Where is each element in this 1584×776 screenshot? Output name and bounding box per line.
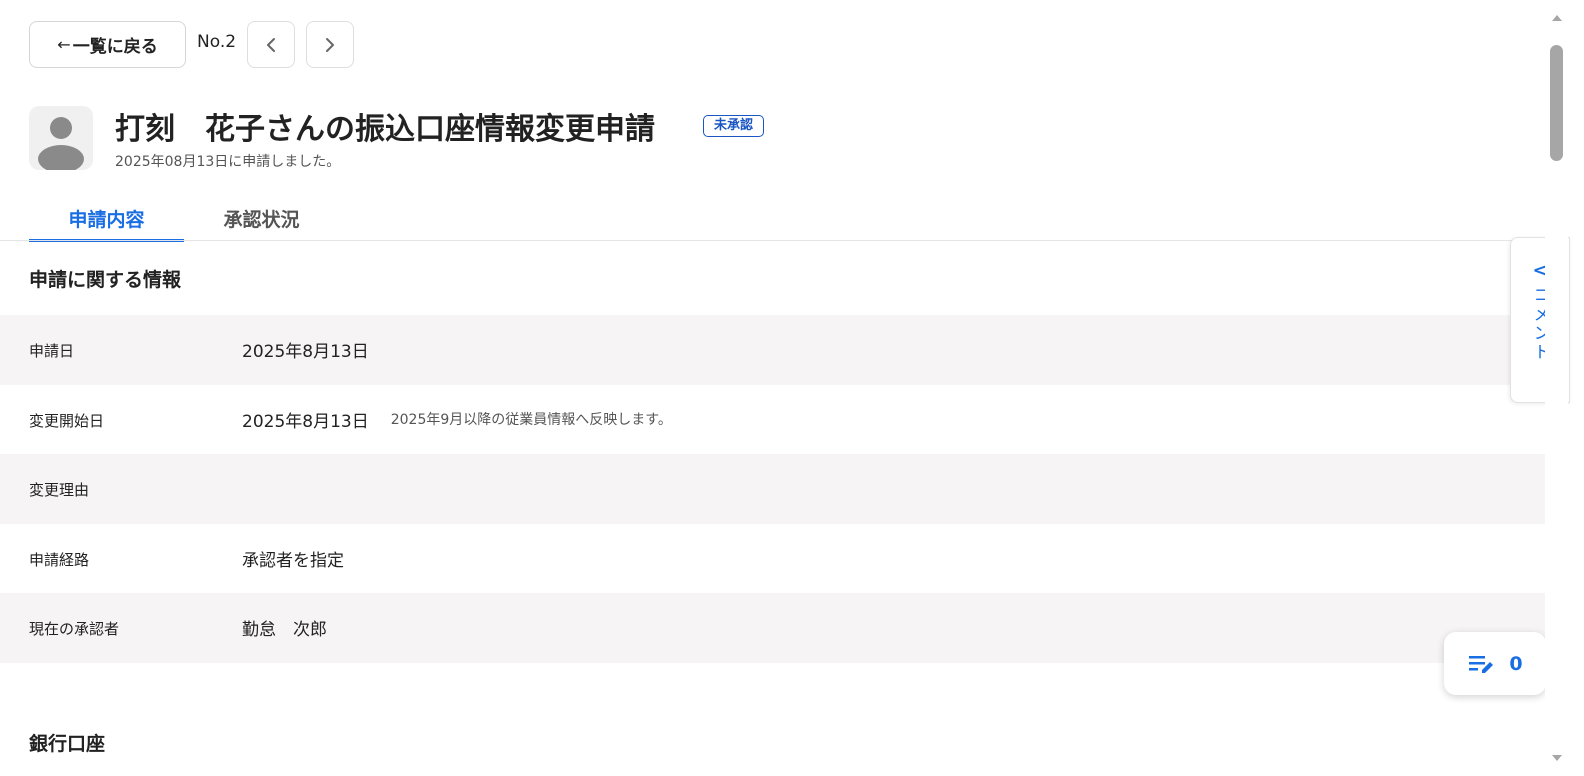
info-value: 勤怠 次郎: [242, 620, 327, 641]
application-date-subtitle: 2025年08月13日に申請しました。: [115, 154, 341, 170]
section-title-application-info: 申請に関する情報: [29, 269, 182, 291]
info-label: 変更開始日: [29, 411, 105, 430]
tab-bar: 申請内容 承認状況: [29, 196, 339, 242]
edit-note-icon: [1469, 655, 1494, 673]
info-value: 承認者を指定: [242, 550, 344, 571]
previous-record-button[interactable]: [247, 21, 295, 68]
info-value: 2025年8月13日: [242, 411, 369, 432]
user-avatar-icon: [29, 106, 93, 170]
status-badge: 未承認: [703, 115, 765, 137]
memo-button[interactable]: 0: [1444, 632, 1546, 695]
tab-divider: [0, 240, 1545, 241]
next-record-button[interactable]: [306, 21, 354, 68]
info-label: 申請日: [29, 342, 75, 361]
info-label: 申請経路: [29, 550, 90, 569]
info-row-current-approver: 現在の承認者 勤怠 次郎: [0, 593, 1545, 663]
record-number: No.2: [197, 32, 237, 52]
info-note: 2025年9月以降の従業員情報へ反映します。: [390, 412, 672, 429]
vertical-scrollbar[interactable]: [1545, 0, 1568, 776]
chevron-left-icon: [267, 37, 275, 52]
back-to-list-label: 一覧に戻る: [72, 37, 158, 57]
info-row-application-date: 申請日 2025年8月13日: [0, 315, 1545, 385]
page-title: 打刻 花子さんの振込口座情報変更申請: [115, 112, 655, 147]
section-title-bank-account: 銀行口座: [29, 733, 106, 755]
back-arrow-icon: ←: [57, 35, 71, 54]
tab-application-details[interactable]: 申請内容: [29, 196, 184, 242]
back-to-list-button[interactable]: ← 一覧に戻る: [29, 21, 186, 68]
application-detail-page: ← 一覧に戻る No.2 打刻 花子さんの振込口座情報変更申請 未承認 2025…: [0, 0, 1584, 776]
scroll-down-arrow-icon[interactable]: [1549, 752, 1564, 764]
info-value-wrapper: 2025年8月13日 2025年9月以降の従業員情報へ反映します。: [242, 407, 672, 432]
info-label: 変更理由: [29, 481, 90, 500]
info-row-application-route: 申請経路 承認者を指定: [0, 524, 1545, 594]
info-row-change-start-date: 変更開始日 2025年8月13日 2025年9月以降の従業員情報へ反映します。: [0, 385, 1545, 455]
scroll-up-arrow-icon[interactable]: [1549, 12, 1564, 24]
info-label: 現在の承認者: [29, 620, 120, 639]
info-row-change-reason: 変更理由: [0, 454, 1545, 524]
scrollbar-thumb[interactable]: [1550, 45, 1563, 161]
application-info-table: 申請日 2025年8月13日 変更開始日 2025年8月13日 2025年9月以…: [0, 315, 1545, 663]
info-value: 2025年8月13日: [242, 342, 369, 363]
chevron-right-icon: [326, 37, 334, 52]
tab-approval-status[interactable]: 承認状況: [184, 196, 339, 242]
memo-count: 0: [1509, 652, 1523, 675]
